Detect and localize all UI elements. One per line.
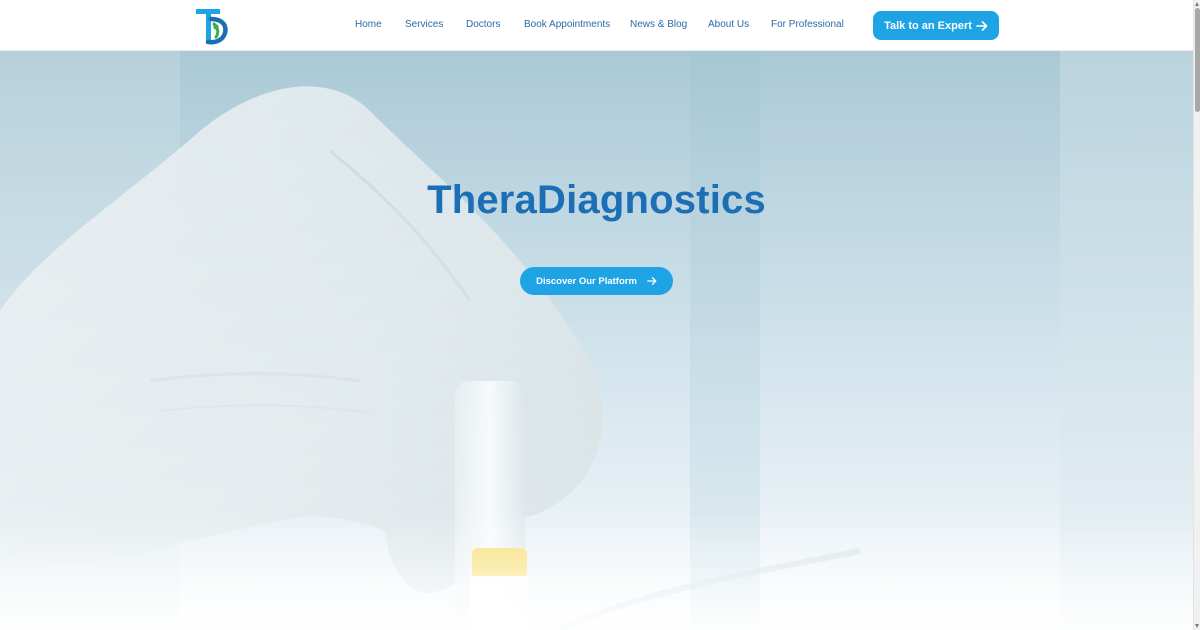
nav-item-about-us[interactable]: About Us <box>708 19 749 30</box>
talk-to-expert-label: Talk to an Expert <box>884 19 972 32</box>
hero-lab-photo <box>0 51 1193 630</box>
scroll-down-arrow-icon[interactable] <box>1195 624 1199 628</box>
discover-platform-label: Discover Our Platform <box>536 275 637 287</box>
arrow-right-icon <box>647 277 657 285</box>
scroll-up-arrow-icon[interactable] <box>1195 2 1199 6</box>
nav-item-for-professional[interactable]: For Professional <box>771 19 844 30</box>
discover-platform-button[interactable]: Discover Our Platform <box>520 267 673 295</box>
scrollbar-thumb[interactable] <box>1195 8 1200 112</box>
nav-item-services[interactable]: Services <box>405 19 443 30</box>
nav-item-news-blog[interactable]: News & Blog <box>630 19 687 30</box>
nav-item-book-appointments[interactable]: Book Appointments <box>524 19 610 30</box>
nav-item-doctors[interactable]: Doctors <box>466 19 500 30</box>
site-header: Home Services Doctors Book Appointments … <box>0 0 1193 51</box>
vertical-scrollbar[interactable] <box>1193 0 1200 630</box>
hero-title: TheraDiagnostics <box>427 178 766 222</box>
hero-section: TheraDiagnostics Discover Our Platform <box>0 51 1193 630</box>
arrow-right-icon <box>976 20 988 31</box>
nav-item-home[interactable]: Home <box>355 19 382 30</box>
main-navigation: Home Services Doctors Book Appointments … <box>0 0 1193 51</box>
talk-to-expert-button[interactable]: Talk to an Expert <box>873 11 999 40</box>
